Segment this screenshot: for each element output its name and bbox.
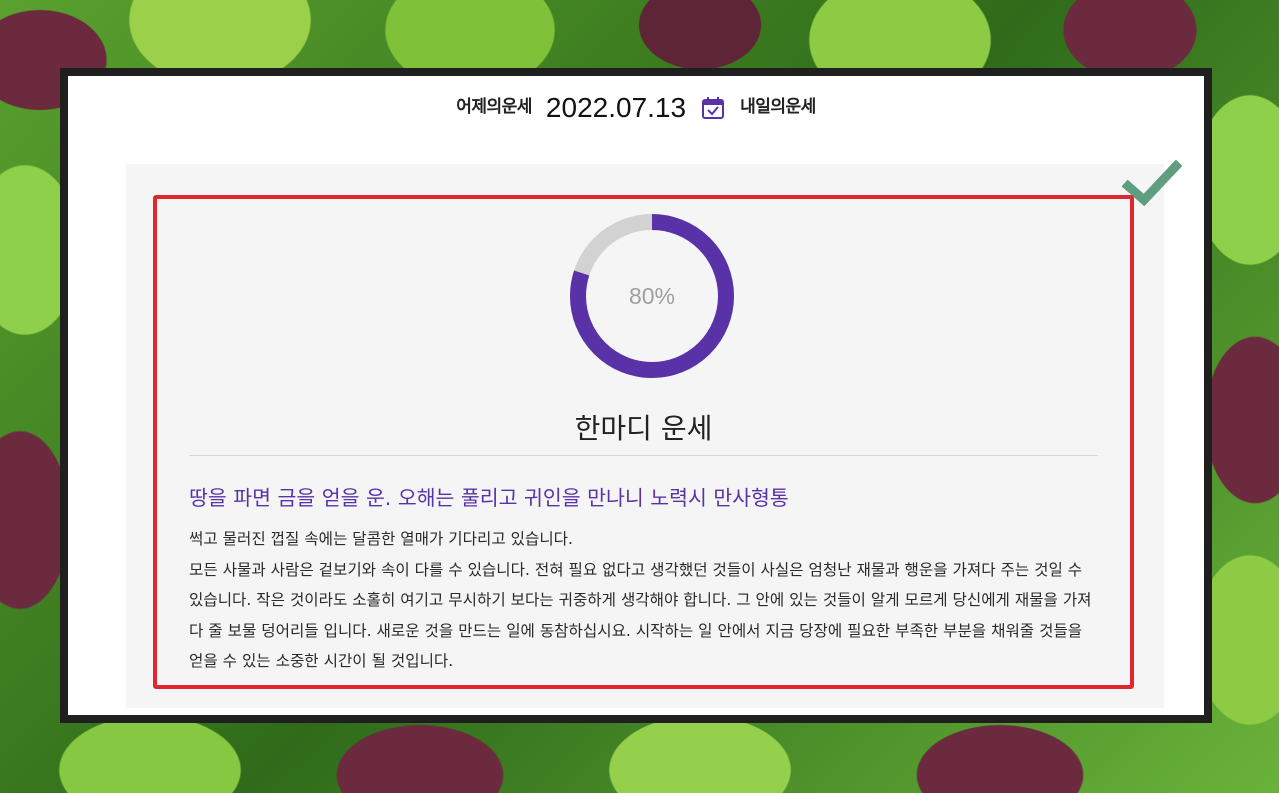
current-date: 2022.07.13	[545, 92, 687, 123]
date-navigation: 어제의운세 2022.07.13 내일의운세	[68, 88, 1204, 128]
fortune-title: 한마디 운세	[574, 412, 713, 445]
fortune-panel: 어제의운세 2022.07.13 내일의운세 80% 한마디 운세 땅을 파면 …	[60, 68, 1212, 723]
prev-day-link[interactable]: 어제의운세	[456, 92, 532, 117]
fortune-headline: 땅을 파면 금을 얻을 운. 오해는 풀리고 귀인을 만나니 노력시 만사형통	[189, 486, 789, 510]
fortune-card: 80% 한마디 운세 땅을 파면 금을 얻을 운. 오해는 풀리고 귀인을 만나…	[126, 159, 1182, 708]
highlight-frame: 80% 한마디 운세 땅을 파면 금을 얻을 운. 오해는 풀리고 귀인을 만나…	[153, 195, 1134, 689]
divider	[189, 455, 1098, 456]
calendar-check-icon[interactable]	[700, 95, 726, 121]
score-label: 80%	[628, 282, 676, 309]
fortune-body-line: 모든 사물과 사람은 겉보기와 속이 다를 수 있습니다. 전혀 필요 없다고 …	[189, 560, 1092, 671]
fortune-body-line: 썩고 물러진 껍질 속에는 달콤한 열매가 기다리고 있습니다.	[189, 530, 573, 548]
fortune-body: 썩고 물러진 껍질 속에는 달콤한 열매가 기다리고 있습니다. 모든 사물과 …	[189, 524, 1100, 677]
next-day-link[interactable]: 내일의운세	[740, 92, 816, 117]
